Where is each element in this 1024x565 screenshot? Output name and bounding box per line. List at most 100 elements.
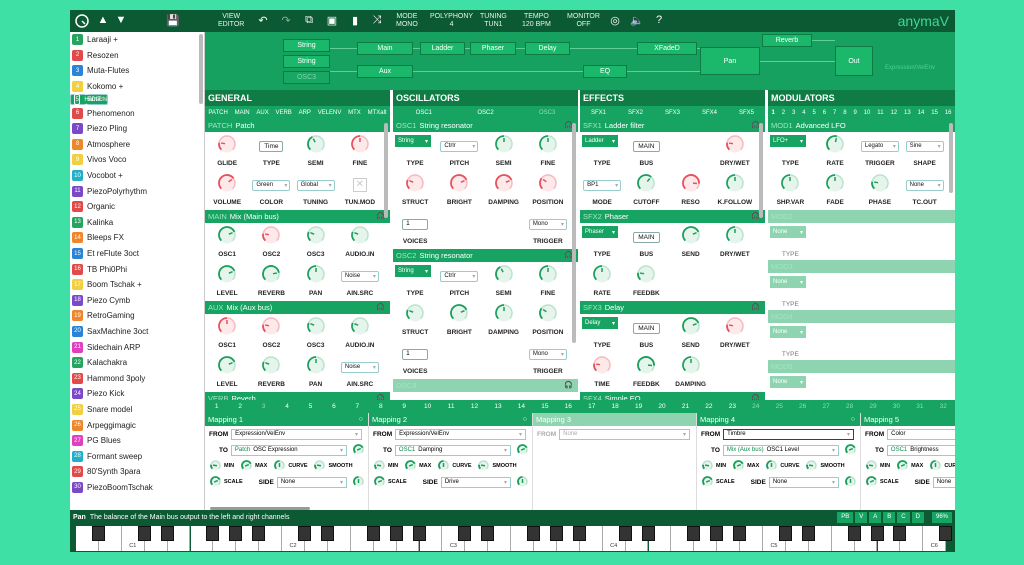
black-key[interactable] xyxy=(412,526,426,541)
fine-knob[interactable] xyxy=(538,134,558,159)
glide-knob[interactable] xyxy=(217,134,237,159)
section-scrollbar[interactable] xyxy=(572,123,576,343)
status-button-96[interactable]: 96% xyxy=(931,512,952,523)
type-dropdown[interactable]: Ladder xyxy=(582,135,618,147)
preset-item[interactable]: 29 80'Synth 3para xyxy=(70,464,204,480)
to-dropdown[interactable]: Patch OSC Expression xyxy=(230,444,347,456)
preset-item[interactable]: 20 SaxMachine 3oct xyxy=(70,324,204,340)
k-follow-knob[interactable] xyxy=(725,173,745,198)
rate-knob[interactable] xyxy=(825,134,845,159)
tab-14[interactable]: 14 xyxy=(918,110,925,116)
tab-sfx4[interactable]: SFX4 xyxy=(702,110,717,116)
min-knob[interactable] xyxy=(865,459,878,474)
tab-6[interactable]: 6 xyxy=(823,110,826,116)
preset-item[interactable]: 9 Vivos Voco xyxy=(70,152,204,168)
tab-10[interactable]: 10 xyxy=(864,110,871,116)
fade-knob[interactable] xyxy=(825,173,845,198)
min-knob[interactable] xyxy=(373,459,386,474)
curve-knob[interactable] xyxy=(273,459,286,474)
tab-osc1[interactable]: OSC1 xyxy=(416,110,432,116)
routing-node-delay[interactable]: Delay xyxy=(525,42,570,55)
edit-preset-button[interactable]: EDIT xyxy=(87,97,101,103)
scale-knob[interactable] xyxy=(701,475,714,490)
panel-header[interactable]: MOD3 xyxy=(768,260,955,273)
mapping-tab-12[interactable]: 12 xyxy=(463,400,486,413)
max-knob[interactable] xyxy=(404,459,417,474)
mapping-tab-25[interactable]: 25 xyxy=(768,400,791,413)
mapping-tab-24[interactable]: 24 xyxy=(744,400,767,413)
headphones-icon[interactable]: 🎧 xyxy=(564,379,573,392)
tc-out-dropdown[interactable]: None xyxy=(905,179,944,191)
to-dropdown[interactable]: OSC1 Damping xyxy=(394,444,511,456)
tab-osc3[interactable]: OSC3 xyxy=(539,110,555,116)
mapping-tab-8[interactable]: 8 xyxy=(369,400,392,413)
osc1-knob[interactable] xyxy=(217,316,237,341)
mode-selector[interactable]: MODE MONO xyxy=(396,10,418,32)
tab-sfx5[interactable]: SFX5 xyxy=(739,110,754,116)
position-knob[interactable] xyxy=(538,173,558,198)
black-key[interactable] xyxy=(137,526,151,541)
black-key[interactable] xyxy=(252,526,266,541)
tab-12[interactable]: 12 xyxy=(890,110,897,116)
routing-node-pan[interactable]: Pan xyxy=(700,47,760,75)
black-key[interactable] xyxy=(527,526,540,541)
help-icon[interactable]: ? xyxy=(652,14,666,26)
preset-item[interactable]: 15 Et reFlute 3oct xyxy=(70,246,204,262)
copy-icon[interactable]: ⧉ xyxy=(302,14,316,27)
black-key[interactable] xyxy=(778,526,792,541)
mapping-tab-10[interactable]: 10 xyxy=(416,400,439,413)
new-file-icon[interactable]: ▮ xyxy=(348,14,362,27)
mapping-tab-2[interactable]: 2 xyxy=(228,400,251,413)
tab-15[interactable]: 15 xyxy=(931,110,938,116)
preset-down-icon[interactable]: ▼ xyxy=(114,14,128,26)
scale-knob[interactable] xyxy=(865,475,878,490)
fine-knob[interactable] xyxy=(350,134,370,159)
paste-icon[interactable]: ▣ xyxy=(325,14,339,27)
tab-patch[interactable]: PATCH xyxy=(208,110,227,116)
black-key[interactable] xyxy=(320,526,334,541)
headphones-icon[interactable]: 🎧 xyxy=(376,301,385,314)
reverb-knob[interactable] xyxy=(261,355,281,380)
send-knob[interactable] xyxy=(681,316,701,341)
mapping-tab-32[interactable]: 32 xyxy=(932,400,955,413)
preset-item[interactable]: 13 Kalinka xyxy=(70,215,204,231)
dry-wet-knob[interactable] xyxy=(725,316,745,341)
speaker-icon[interactable]: 🔈 xyxy=(630,14,644,27)
max-knob[interactable] xyxy=(732,459,745,474)
mapping-tab-17[interactable]: 17 xyxy=(580,400,603,413)
level-knob[interactable] xyxy=(217,264,237,289)
black-key[interactable] xyxy=(160,526,174,541)
type-dropdown[interactable]: Delay xyxy=(582,317,618,329)
preset-item[interactable]: 19 RetroGaming xyxy=(70,308,204,324)
preset-item[interactable]: 10 Vocobot + xyxy=(70,168,204,184)
tab-osc2[interactable]: OSC2 xyxy=(477,110,493,116)
mapping-tab-14[interactable]: 14 xyxy=(510,400,533,413)
dry-wet-knob[interactable] xyxy=(725,134,745,159)
preset-item[interactable]: 5 El Harrachi + EDIT xyxy=(70,91,108,109)
section-scrollbar[interactable] xyxy=(759,123,763,218)
mapping-tab-22[interactable]: 22 xyxy=(697,400,720,413)
amount-knob[interactable] xyxy=(516,443,529,458)
preset-item[interactable]: 14 Bleeps FX xyxy=(70,230,204,246)
status-button-b[interactable]: B xyxy=(883,512,896,523)
side-amount-knob[interactable] xyxy=(516,475,529,490)
osc1-knob[interactable] xyxy=(217,225,237,250)
mapping-tab-7[interactable]: 7 xyxy=(346,400,369,413)
shp-var-knob[interactable] xyxy=(780,173,800,198)
save-icon[interactable]: 💾 xyxy=(166,14,180,27)
feedbk-knob[interactable] xyxy=(636,355,656,380)
black-key[interactable] xyxy=(91,526,105,541)
redo-icon[interactable]: ↷ xyxy=(279,14,293,27)
to-dropdown[interactable]: OSC1 Brightness xyxy=(886,444,955,456)
pan-knob[interactable] xyxy=(306,264,326,289)
rate-knob[interactable] xyxy=(592,264,612,289)
panel-header[interactable]: MOD4 xyxy=(768,310,955,323)
monitor-selector[interactable]: MONITOR OFF xyxy=(567,10,600,32)
black-key[interactable] xyxy=(572,526,586,541)
preset-item[interactable]: 23 Hammond 3poly xyxy=(70,370,204,386)
tab-velenv[interactable]: VELENV xyxy=(318,110,342,116)
position-knob[interactable] xyxy=(538,303,558,328)
tuning-dropdown[interactable]: Global xyxy=(296,179,335,191)
preset-item[interactable]: 25 Snare model xyxy=(70,402,204,418)
preset-item[interactable]: 30 PiezoBoomTschak xyxy=(70,480,204,496)
